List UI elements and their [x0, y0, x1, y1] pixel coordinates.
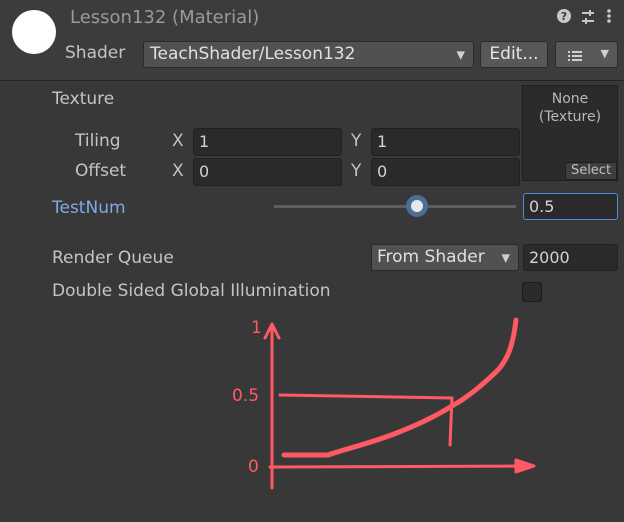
graph-y-label-1: 1 — [251, 318, 262, 338]
annotation-graph — [263, 317, 536, 490]
x-axis-line — [268, 464, 532, 469]
x-axis-arrowhead — [514, 458, 536, 474]
curve-line — [281, 317, 519, 458]
graph-y-label-half: 0.5 — [232, 386, 260, 406]
half-level-line — [278, 393, 454, 400]
graph-y-label-0: 0 — [248, 457, 259, 477]
